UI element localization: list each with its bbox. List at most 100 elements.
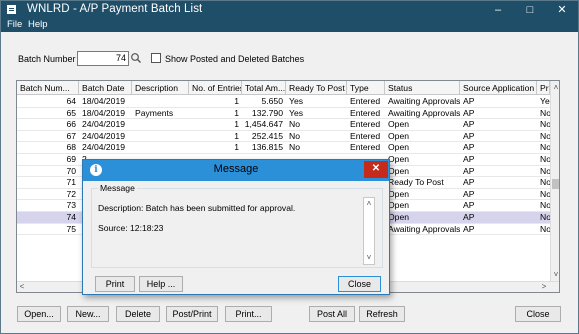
maximize-button[interactable]: □ — [515, 1, 545, 19]
cell-total: 252.415 — [251, 130, 283, 141]
dialog-help-button[interactable]: Help ... — [139, 276, 183, 292]
cell-desc — [132, 96, 189, 107]
message-scroll-up-icon[interactable]: ˄ — [364, 199, 374, 209]
cell-status: Open — [388, 119, 410, 130]
batch-number-input[interactable]: 74 — [77, 51, 129, 66]
table-row[interactable]: 67 24/04/2019 1 252.415 No Entered Open AP No — [17, 131, 550, 143]
cell-status: Awaiting Approvals — [388, 223, 460, 234]
cell-date: 18/04/2019 — [82, 107, 126, 118]
cell-total: 136.815 — [251, 142, 283, 153]
col-entries[interactable]: No. of Entries — [189, 81, 242, 95]
cell-source: AP — [463, 154, 475, 164]
col-source[interactable]: Source Application — [460, 81, 537, 95]
delete-button[interactable]: Delete — [116, 306, 160, 322]
cell-date: 18/04/2019 — [82, 96, 126, 106]
message-scroll-down-icon[interactable]: ˅ — [364, 253, 374, 263]
cell-print: No — [540, 142, 550, 153]
cell-num: 70 — [66, 165, 76, 176]
menu-help[interactable]: Help — [28, 19, 48, 30]
grid-header: Batch Num... Batch Date Description No. … — [17, 81, 559, 95]
col-batch-date[interactable]: Batch Date — [79, 81, 132, 95]
cell-num: 67 — [66, 130, 76, 141]
cell-entries: 1 — [234, 96, 239, 106]
cell-ready: No — [289, 130, 300, 141]
cell-desc — [132, 142, 189, 153]
cell-print: No — [540, 177, 550, 188]
cell-total: 1,454.647 — [244, 119, 283, 130]
minimize-button[interactable]: – — [483, 1, 513, 19]
message-scrollbar[interactable]: ˄ ˅ — [363, 197, 375, 265]
col-batch-number[interactable]: Batch Num... — [17, 81, 79, 95]
post-print-button[interactable]: Post/Print — [166, 306, 218, 322]
cell-status: Awaiting Approvals — [388, 107, 460, 118]
cell-source: AP — [463, 200, 475, 211]
cell-status: Ready To Post — [388, 177, 444, 188]
close-button[interactable]: Close — [515, 306, 561, 322]
cell-source: AP — [463, 96, 475, 106]
scroll-right-icon[interactable]: > — [539, 282, 549, 292]
cell-type: Entered — [350, 107, 381, 118]
dialog-print-button[interactable]: Print — [95, 276, 135, 292]
col-type[interactable]: Type — [347, 81, 385, 95]
cell-print: No — [540, 223, 550, 234]
table-row[interactable]: 64 18/04/2019 1 5.650 Yes Entered Awaiting App… — [17, 96, 550, 108]
scroll-up-icon[interactable]: ˄ — [551, 83, 559, 93]
cell-num: 68 — [66, 142, 76, 153]
dialog-title-bar: i Message ✕ — [83, 160, 389, 181]
cell-source: AP — [463, 107, 475, 118]
col-description[interactable]: Description — [132, 81, 189, 95]
cell-source: AP — [463, 119, 475, 130]
col-print[interactable]: Prin — [537, 81, 550, 95]
scroll-down-icon[interactable]: ˅ — [551, 270, 559, 280]
message-group-label: Message — [98, 183, 137, 193]
cell-source: AP — [463, 142, 475, 153]
dialog-close-text-button[interactable]: Close — [338, 276, 381, 292]
post-all-button[interactable]: Post All — [309, 306, 355, 322]
cell-status: Awaiting Approvals — [388, 96, 460, 106]
col-total[interactable]: Total Am... — [242, 81, 286, 95]
cell-source: AP — [463, 165, 475, 176]
cell-print: No — [540, 107, 550, 118]
col-status[interactable]: Status — [385, 81, 460, 95]
grid-vertical-scrollbar[interactable]: ˄ ˅ — [550, 81, 559, 281]
cell-num: 64 — [66, 96, 76, 106]
open-button[interactable]: Open... — [17, 306, 61, 322]
scroll-thumb[interactable] — [552, 179, 559, 189]
cell-num: 74 — [66, 212, 76, 222]
message-source: Source: 12:18:23 — [98, 223, 164, 233]
title-bar: WNLRD - A/P Payment Batch List – □ ✕ — [1, 1, 578, 19]
cell-print: No — [540, 188, 550, 199]
message-description: Description: Batch has been submitted fo… — [98, 203, 296, 213]
message-dialog: i Message ✕ Message Description: Batch h… — [82, 159, 390, 295]
dialog-close-button[interactable]: ✕ — [364, 161, 388, 178]
refresh-button[interactable]: Refresh — [359, 306, 405, 322]
cell-type: Entered — [350, 119, 381, 130]
finder-icon[interactable] — [130, 52, 142, 64]
new-button[interactable]: New... — [67, 306, 109, 322]
print-button[interactable]: Print... — [225, 306, 272, 322]
close-window-button[interactable]: ✕ — [547, 1, 577, 19]
table-row[interactable]: 65 18/04/2019 Payments 1 132.790 Yes Entered Aw… — [17, 108, 550, 120]
col-ready[interactable]: Ready To Post — [286, 81, 347, 95]
table-row[interactable]: 68 24/04/2019 1 136.815 No Entered Open AP No — [17, 142, 550, 154]
cell-status: Open — [388, 188, 410, 199]
cell-type: Entered — [350, 142, 381, 153]
table-row[interactable]: 66 24/04/2019 1 1,454.647 No Entered Open AP No — [17, 119, 550, 131]
cell-num: 71 — [66, 177, 76, 188]
show-posted-label: Show Posted and Deleted Batches — [165, 54, 305, 64]
cell-status: Open — [388, 154, 410, 164]
cell-source: AP — [463, 212, 475, 222]
scroll-left-icon[interactable]: < — [17, 282, 27, 292]
cell-entries: 1 — [234, 142, 239, 153]
menu-file[interactable]: File — [7, 19, 22, 30]
show-posted-checkbox[interactable] — [151, 53, 161, 63]
cell-entries: 1 — [234, 107, 239, 118]
cell-ready: No — [289, 142, 300, 153]
cell-date: 24/04/2019 — [82, 142, 126, 153]
cell-ready: No — [289, 119, 300, 130]
cell-status: Open — [388, 165, 410, 176]
cell-desc: Payments — [135, 107, 174, 118]
cell-desc — [132, 119, 189, 130]
cell-entries: 1 — [234, 130, 239, 141]
cell-num: 73 — [66, 200, 76, 211]
